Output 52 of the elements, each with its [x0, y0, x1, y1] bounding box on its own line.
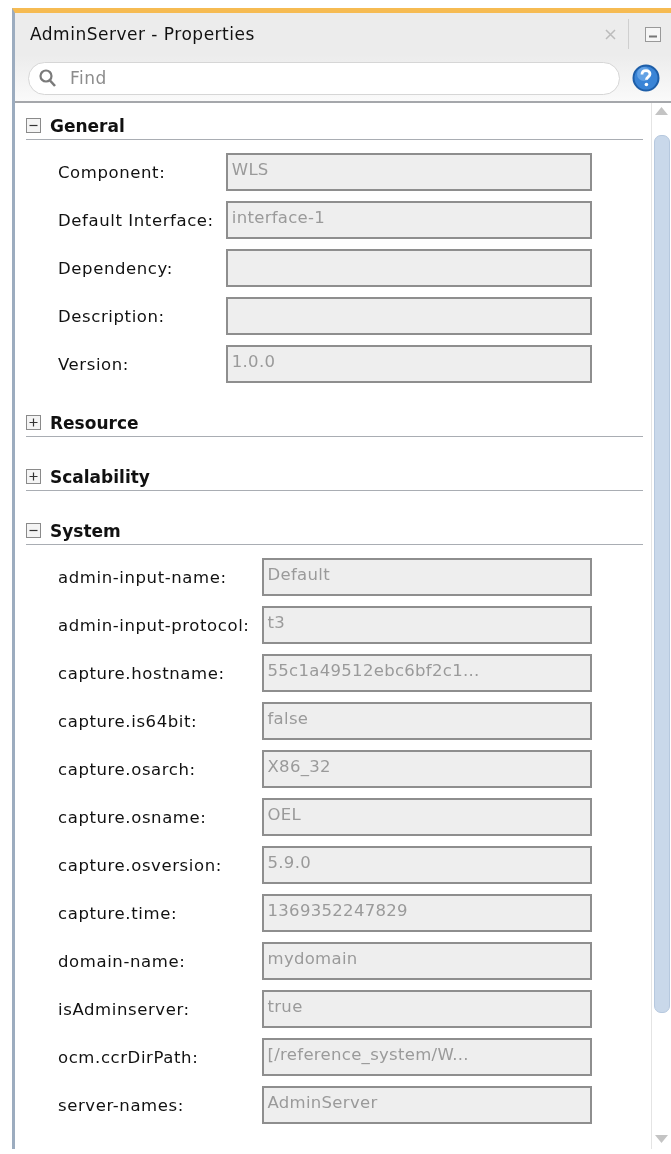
property-label: capture.is64bit: [58, 711, 199, 731]
collapse-icon[interactable] [26, 118, 41, 133]
property-label: Description: [58, 306, 166, 326]
property-label: domain-name: [58, 951, 187, 971]
text-field[interactable] [225, 249, 592, 287]
property-label: capture.hostname: [58, 663, 226, 683]
scrollbar-thumb[interactable] [653, 135, 670, 1013]
section-header[interactable]: Scalability [50, 466, 150, 487]
help-icon[interactable] [632, 64, 660, 92]
minimize-icon[interactable] [645, 26, 661, 42]
property-label: admin-input-name: [58, 567, 228, 587]
property-label: ocm.ccrDirPath: [58, 1047, 200, 1067]
window-title: AdminServer - Properties [30, 24, 256, 44]
property-label: isAdminserver: [58, 999, 191, 1019]
property-label: Default Interface: [58, 210, 214, 230]
section-header[interactable]: Resource [50, 412, 139, 433]
text-field[interactable]: false [261, 702, 592, 740]
text-field[interactable]: 1.0.0 [225, 345, 592, 383]
search-icon [39, 69, 56, 87]
text-field[interactable] [225, 297, 592, 335]
text-field[interactable]: Default [261, 558, 592, 596]
collapse-icon[interactable] [26, 523, 41, 538]
scroll-up-icon[interactable] [655, 107, 668, 115]
property-label: capture.osarch: [58, 759, 197, 779]
text-field[interactable]: interface-1 [225, 201, 592, 239]
property-label: admin-input-protocol: [58, 615, 250, 635]
close-icon[interactable] [605, 28, 616, 40]
text-field[interactable]: 55c1a49512ebc6bf2c1... [261, 654, 592, 692]
text-field[interactable]: true [261, 990, 592, 1028]
property-label: capture.osname: [58, 807, 208, 827]
property-label: Dependency: [58, 258, 174, 278]
search-field[interactable]: Find [28, 61, 620, 95]
scrollbar[interactable] [651, 103, 671, 1149]
property-label: Component: [58, 162, 167, 182]
section-header[interactable]: General [50, 115, 125, 136]
text-field[interactable]: 5.9.0 [261, 846, 592, 884]
text-field[interactable]: WLS [225, 153, 592, 191]
property-label: capture.time: [58, 903, 179, 923]
property-label: Version: [58, 354, 131, 374]
section-header[interactable]: System [50, 520, 121, 541]
expand-icon[interactable] [26, 469, 41, 484]
scroll-down-icon[interactable] [655, 1135, 668, 1143]
text-field[interactable]: AdminServer [261, 1086, 592, 1124]
text-field[interactable]: t3 [261, 606, 592, 644]
text-field[interactable]: OEL [261, 798, 592, 836]
property-label: server-names: [58, 1095, 185, 1115]
expand-icon[interactable] [26, 415, 41, 430]
text-field[interactable]: [/reference_system/W... [261, 1038, 592, 1076]
text-field[interactable]: 1369352247829 [261, 894, 592, 932]
text-field[interactable]: X86_32 [261, 750, 592, 788]
text-field[interactable]: mydomain [261, 942, 592, 980]
property-label: capture.osversion: [58, 855, 223, 875]
